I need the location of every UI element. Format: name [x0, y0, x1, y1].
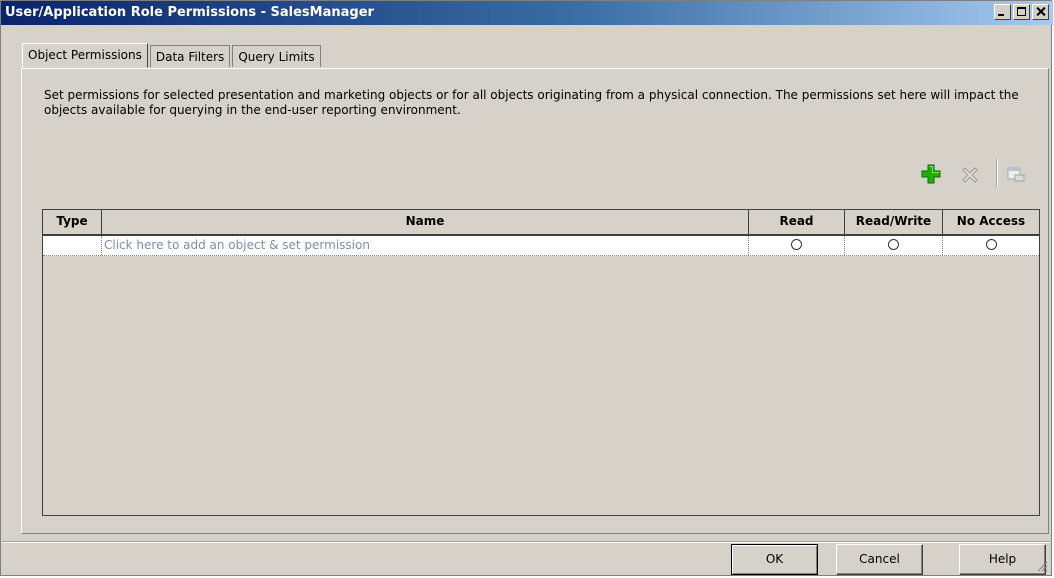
window-title: User/Application Role Permissions - Sale… — [5, 5, 374, 20]
grid-header: Type Name Read Read/Write No Access — [43, 210, 1039, 236]
add-object-placeholder[interactable]: Click here to add an object & set permis… — [102, 236, 749, 255]
resize-grip-icon[interactable] — [1036, 560, 1048, 572]
column-header-name[interactable]: Name — [102, 210, 749, 234]
add-object-button[interactable] — [920, 163, 942, 185]
column-header-read-write[interactable]: Read/Write — [845, 210, 943, 234]
permissions-dialog: User/Application Role Permissions - Sale… — [0, 0, 1053, 576]
green-plus-icon — [921, 164, 941, 184]
close-icon — [1036, 7, 1045, 16]
permissions-grid[interactable]: Type Name Read Read/Write No Access Clic… — [42, 209, 1040, 516]
table-row[interactable]: Click here to add an object & set permis… — [43, 236, 1039, 256]
tab-strip: Object Permissions Data Filters Query Li… — [22, 43, 321, 68]
column-header-type[interactable]: Type — [43, 210, 102, 234]
tab-data-filters[interactable]: Data Filters — [149, 45, 231, 67]
no-access-cell — [943, 236, 1039, 255]
properties-icon — [1007, 167, 1025, 182]
delete-object-button[interactable] — [959, 164, 981, 186]
read-radio[interactable] — [791, 239, 802, 250]
tab-object-permissions[interactable]: Object Permissions — [22, 43, 148, 68]
properties-button[interactable] — [1005, 165, 1027, 185]
row-type-cell — [43, 236, 102, 255]
minimize-icon — [998, 7, 1004, 16]
help-button[interactable]: Help — [959, 544, 1046, 575]
maximize-button[interactable] — [1013, 4, 1030, 20]
footer-divider — [2, 541, 1050, 543]
description-text: Set permissions for selected presentatio… — [44, 88, 1019, 117]
ok-button[interactable]: OK — [731, 544, 818, 575]
column-header-no-access[interactable]: No Access — [943, 210, 1039, 234]
title-bar[interactable]: User/Application Role Permissions - Sale… — [1, 1, 1053, 25]
read-write-radio[interactable] — [888, 239, 899, 250]
read-write-cell — [845, 236, 943, 255]
column-header-read[interactable]: Read — [749, 210, 845, 234]
window-controls — [994, 4, 1049, 20]
maximize-icon — [1017, 7, 1026, 16]
no-access-radio[interactable] — [985, 239, 997, 250]
minimize-button[interactable] — [994, 4, 1011, 20]
tab-query-limits[interactable]: Query Limits — [232, 45, 321, 67]
toolbar-separator — [996, 159, 998, 187]
gray-x-icon — [962, 167, 978, 183]
close-button[interactable] — [1032, 4, 1049, 20]
read-cell — [749, 236, 845, 255]
cancel-button[interactable]: Cancel — [836, 544, 923, 575]
